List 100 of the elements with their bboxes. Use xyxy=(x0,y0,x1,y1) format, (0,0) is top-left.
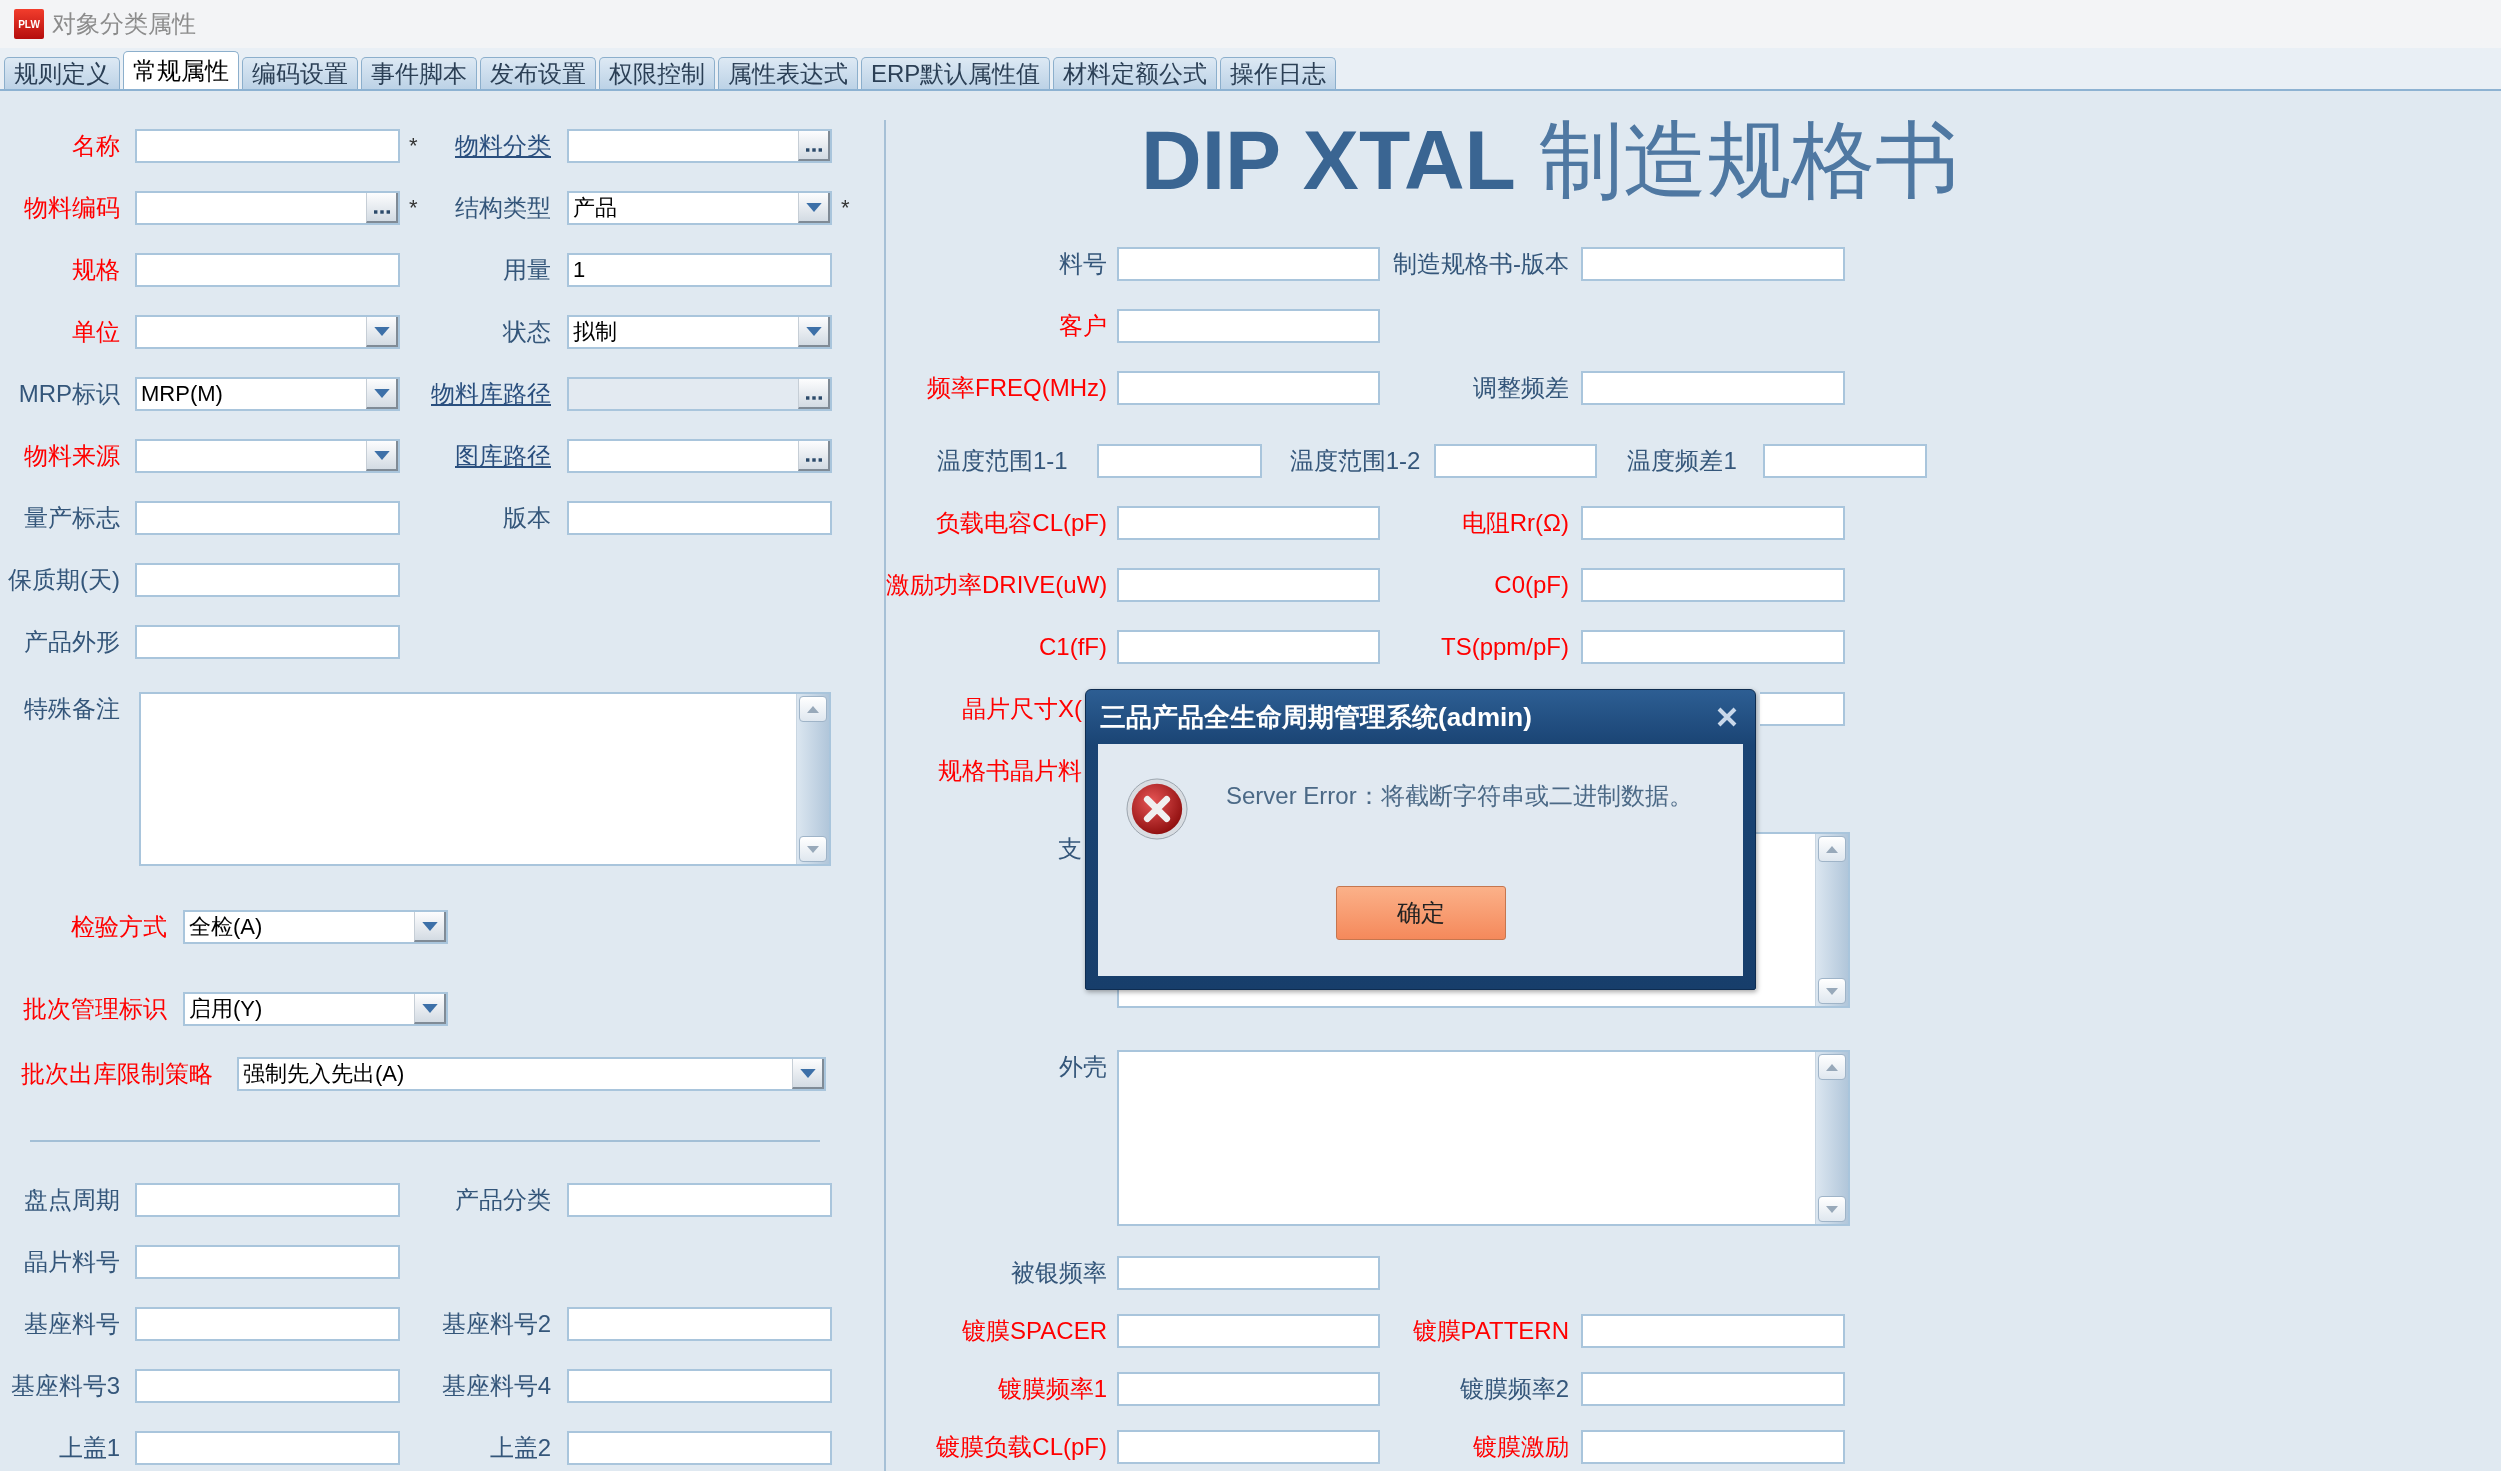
tab[interactable]: 常规属性 xyxy=(123,51,239,89)
scrollbar[interactable] xyxy=(1815,834,1848,1006)
scrollbar[interactable] xyxy=(1815,1052,1848,1224)
app-logo: PLW xyxy=(14,9,44,39)
input-field[interactable] xyxy=(1117,1256,1380,1290)
field-label: 客户 xyxy=(1058,311,1107,341)
input-field[interactable] xyxy=(135,1245,400,1279)
input-field[interactable] xyxy=(1117,568,1381,602)
input-field[interactable] xyxy=(1581,630,1845,664)
scroll-up-button[interactable] xyxy=(1818,1054,1846,1080)
dropdown-field[interactable]: 产品 xyxy=(567,191,832,225)
ellipsis-icon xyxy=(805,396,822,400)
input-field[interactable] xyxy=(567,1431,832,1465)
input-field[interactable] xyxy=(567,1369,832,1403)
lookup-field[interactable] xyxy=(567,129,832,163)
input-field[interactable] xyxy=(135,1183,400,1217)
input-field[interactable] xyxy=(1117,506,1380,540)
field-label: C1(fF) xyxy=(1038,632,1107,662)
input-field[interactable] xyxy=(135,501,400,535)
tab[interactable]: 操作日志 xyxy=(1220,57,1337,89)
input-field[interactable] xyxy=(1117,630,1380,664)
input-field[interactable] xyxy=(1581,1430,1845,1464)
input-field[interactable] xyxy=(567,501,832,535)
text-area[interactable] xyxy=(1117,1050,1850,1226)
caret-down-icon xyxy=(373,326,390,336)
dropdown-field[interactable]: MRP(M) xyxy=(135,377,400,411)
dropdown-field[interactable]: 启用(Y) xyxy=(183,992,448,1026)
field-label: 版本 xyxy=(502,503,551,533)
input-field[interactable] xyxy=(135,129,400,163)
caret-down-icon xyxy=(799,1068,816,1078)
input-field[interactable] xyxy=(135,1369,400,1403)
input-field[interactable] xyxy=(567,1183,832,1217)
browse-button[interactable] xyxy=(798,131,830,161)
tab[interactable]: 材料定额公式 xyxy=(1053,57,1218,89)
scroll-up-button[interactable] xyxy=(1818,836,1846,862)
lookup-field[interactable] xyxy=(135,191,400,225)
caret-down-icon xyxy=(421,1003,438,1013)
window-title: 对象分类属性 xyxy=(52,9,196,39)
tab[interactable]: 权限控制 xyxy=(599,57,715,89)
input-field[interactable] xyxy=(1581,1314,1845,1348)
scrollbar[interactable] xyxy=(796,694,829,864)
dropdown-field[interactable]: 强制先入先出(A) xyxy=(237,1057,826,1091)
tab[interactable]: ERP默认属性值 xyxy=(861,57,1051,89)
scroll-down-button[interactable] xyxy=(1818,1196,1846,1222)
input-field[interactable] xyxy=(1762,444,1927,478)
input-field[interactable] xyxy=(1117,1372,1380,1406)
input-field[interactable] xyxy=(1581,568,1845,602)
field-label: 盘点周期 xyxy=(23,1185,120,1215)
input-field[interactable] xyxy=(1434,444,1598,478)
input-field[interactable] xyxy=(135,625,400,659)
scroll-down-button[interactable] xyxy=(799,836,827,862)
field-link[interactable]: 图库路径 xyxy=(430,439,551,473)
input-field[interactable] xyxy=(1581,1372,1845,1406)
close-icon xyxy=(1715,705,1739,729)
field-label: 支 xyxy=(1057,834,1083,864)
input-field[interactable] xyxy=(1117,1314,1380,1348)
dropdown-field[interactable]: 拟制 xyxy=(567,315,832,349)
lookup-field[interactable] xyxy=(567,439,832,473)
dropdown-button[interactable] xyxy=(798,193,830,223)
tab[interactable]: 属性表达式 xyxy=(718,57,858,89)
tab[interactable]: 发布设置 xyxy=(480,57,596,89)
tab[interactable]: 事件脚本 xyxy=(361,57,477,89)
caret-down-icon xyxy=(805,202,822,212)
dropdown-field[interactable] xyxy=(135,315,400,349)
input-field[interactable] xyxy=(1117,1430,1380,1464)
ok-button[interactable]: 确定 xyxy=(1335,886,1506,940)
dropdown-button[interactable] xyxy=(366,379,398,409)
input-field[interactable] xyxy=(1581,371,1845,405)
field-label: 物料来源 xyxy=(23,441,120,471)
scroll-up-button[interactable] xyxy=(799,696,827,722)
input-field[interactable] xyxy=(1096,444,1262,478)
text-area[interactable] xyxy=(139,692,831,866)
dropdown-button[interactable] xyxy=(414,912,446,942)
close-button[interactable] xyxy=(1715,705,1739,729)
dropdown-button[interactable] xyxy=(792,1059,824,1089)
browse-button[interactable] xyxy=(366,193,398,223)
dropdown-button[interactable] xyxy=(366,317,398,347)
dropdown-field[interactable] xyxy=(135,439,400,473)
input-field[interactable] xyxy=(1581,247,1845,281)
dropdown-field[interactable]: 全检(A) xyxy=(183,910,448,944)
input-field[interactable] xyxy=(1117,371,1380,405)
input-field[interactable] xyxy=(1117,309,1380,343)
field-label: 上盖1 xyxy=(57,1433,120,1463)
input-field[interactable]: 1 xyxy=(567,253,832,287)
input-field[interactable] xyxy=(567,1307,832,1341)
input-field[interactable] xyxy=(1581,506,1845,540)
field-link[interactable]: 物料分类 xyxy=(430,129,551,163)
input-field[interactable] xyxy=(135,1431,400,1465)
dropdown-button[interactable] xyxy=(798,317,830,347)
input-field[interactable] xyxy=(135,1307,400,1341)
input-field[interactable] xyxy=(135,563,400,597)
dropdown-button[interactable] xyxy=(414,994,446,1024)
input-field[interactable] xyxy=(1117,247,1380,281)
scroll-down-button[interactable] xyxy=(1818,978,1846,1004)
tab[interactable]: 规则定义 xyxy=(4,57,120,89)
input-field[interactable] xyxy=(1760,692,1845,726)
browse-button[interactable] xyxy=(798,441,830,471)
input-field[interactable] xyxy=(135,253,400,287)
tab[interactable]: 编码设置 xyxy=(242,57,358,89)
dropdown-button[interactable] xyxy=(366,441,398,471)
